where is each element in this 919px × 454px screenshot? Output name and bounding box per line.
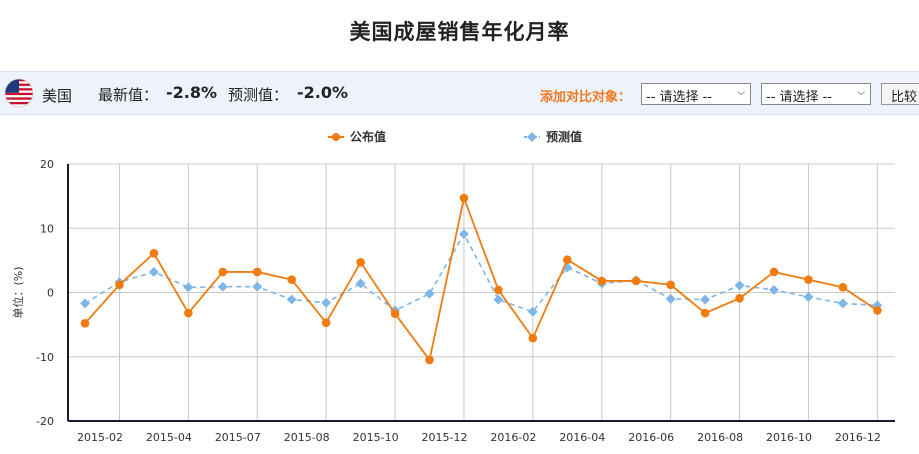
line-chart: -20 -10 0 10 20 2015-02 2015-04 2015-07 2015-08 2… — [11, 158, 895, 444]
published-point[interactable] — [184, 308, 193, 318]
published-point[interactable] — [494, 285, 503, 295]
forecast-point[interactable] — [665, 293, 676, 304]
x-tick-label: 2016-12 — [835, 431, 881, 444]
published-point[interactable] — [666, 280, 675, 290]
forecast-point[interactable] — [80, 298, 90, 309]
legend-item-forecast[interactable]: 预测值 — [524, 128, 582, 145]
series-published-line — [84, 194, 878, 363]
x-tick-label: 2015-08 — [284, 431, 330, 444]
y-axis-title: 单位：(%) — [11, 266, 25, 318]
x-tick-label: 2015-07 — [215, 431, 261, 444]
compare-button[interactable]: 比较 — [881, 83, 919, 105]
published-point[interactable] — [804, 275, 813, 284]
y-tick-label: 10 — [40, 222, 54, 235]
legend-published-marker — [328, 132, 344, 141]
compare-select-1-value: -- 请选择 -- — [646, 90, 713, 105]
forecast-point[interactable] — [217, 281, 228, 292]
x-tick-label: 2016-10 — [766, 431, 812, 444]
published-point[interactable] — [356, 258, 365, 267]
info-bar: 美国 最新值： -2.8% 预测值： -2.0% 添加对比对象： -- 请选择 … — [0, 71, 919, 115]
legend-forecast-label: 预测值 — [546, 130, 583, 144]
published-point[interactable] — [321, 318, 331, 327]
forecast-value: -2.0% — [297, 83, 349, 102]
published-point[interactable] — [459, 193, 469, 203]
compare-label: 添加对比对象： — [540, 90, 632, 105]
published-point[interactable] — [390, 309, 400, 319]
chevron-down-icon: ⌵ — [737, 87, 745, 98]
x-tick-label: 2015-10 — [353, 431, 399, 444]
published-point[interactable] — [252, 267, 262, 277]
published-point[interactable] — [700, 308, 710, 318]
forecast-point[interactable] — [183, 282, 194, 293]
forecast-point[interactable] — [321, 297, 332, 308]
x-tick-label: 2015-04 — [146, 431, 192, 444]
x-tick-label: 2016-04 — [559, 431, 605, 444]
forecast-point[interactable] — [459, 229, 469, 239]
country-name: 美国 — [42, 87, 73, 105]
latest-value: -2.8% — [166, 83, 218, 102]
forecast-point[interactable] — [424, 288, 435, 299]
published-point[interactable] — [631, 276, 641, 286]
published-point[interactable] — [528, 333, 538, 343]
published-point[interactable] — [735, 293, 744, 303]
x-tick-label: 2016-02 — [490, 431, 536, 444]
chevron-down-icon: ⌵ — [857, 87, 865, 98]
x-tick-label: 2015-12 — [422, 431, 468, 444]
latest-value-label: 最新值： — [98, 86, 159, 104]
x-tick-label: 2015-02 — [77, 431, 123, 444]
published-point[interactable] — [873, 306, 882, 315]
y-tick-label: 20 — [40, 158, 54, 171]
legend-published-label: 公布值 — [350, 130, 387, 144]
x-tick-label: 2016-06 — [628, 431, 674, 444]
y-tick-label: 0 — [47, 287, 54, 300]
published-point[interactable] — [287, 275, 297, 284]
published-point[interactable] — [425, 355, 434, 365]
forecast-point[interactable] — [769, 284, 779, 295]
x-tick-label: 2016-08 — [697, 431, 743, 444]
forecast-point[interactable] — [837, 298, 848, 309]
published-point[interactable] — [563, 255, 572, 265]
published-point[interactable] — [838, 283, 848, 292]
compare-select-2-value: -- 请选择 -- — [766, 90, 833, 105]
y-tick-label: -10 — [36, 351, 54, 364]
published-point[interactable] — [597, 276, 607, 286]
published-point[interactable] — [218, 267, 228, 277]
legend-item-published[interactable]: 公布值 — [328, 128, 386, 145]
published-point[interactable] — [769, 267, 779, 277]
compare-select-1[interactable]: -- 请选择 -- ⌵ — [641, 83, 751, 105]
chart-legend: 公布值 预测值 — [0, 128, 919, 148]
forecast-point[interactable] — [734, 280, 745, 291]
published-point[interactable] — [80, 319, 90, 328]
forecast-point[interactable] — [700, 294, 711, 305]
page-title: 美国成屋销售年化月率 — [349, 20, 570, 44]
y-tick-label: -20 — [36, 415, 54, 428]
forecast-value-label: 预测值： — [228, 86, 289, 104]
legend-forecast-marker — [524, 131, 540, 142]
published-point[interactable] — [149, 249, 159, 258]
compare-select-2[interactable]: -- 请选择 -- ⌵ — [761, 83, 871, 105]
published-point[interactable] — [115, 280, 124, 290]
forecast-point[interactable] — [252, 281, 263, 292]
forecast-point[interactable] — [148, 266, 159, 277]
us-flag-icon — [4, 78, 34, 108]
forecast-point[interactable] — [286, 294, 297, 305]
forecast-point[interactable] — [803, 292, 814, 302]
